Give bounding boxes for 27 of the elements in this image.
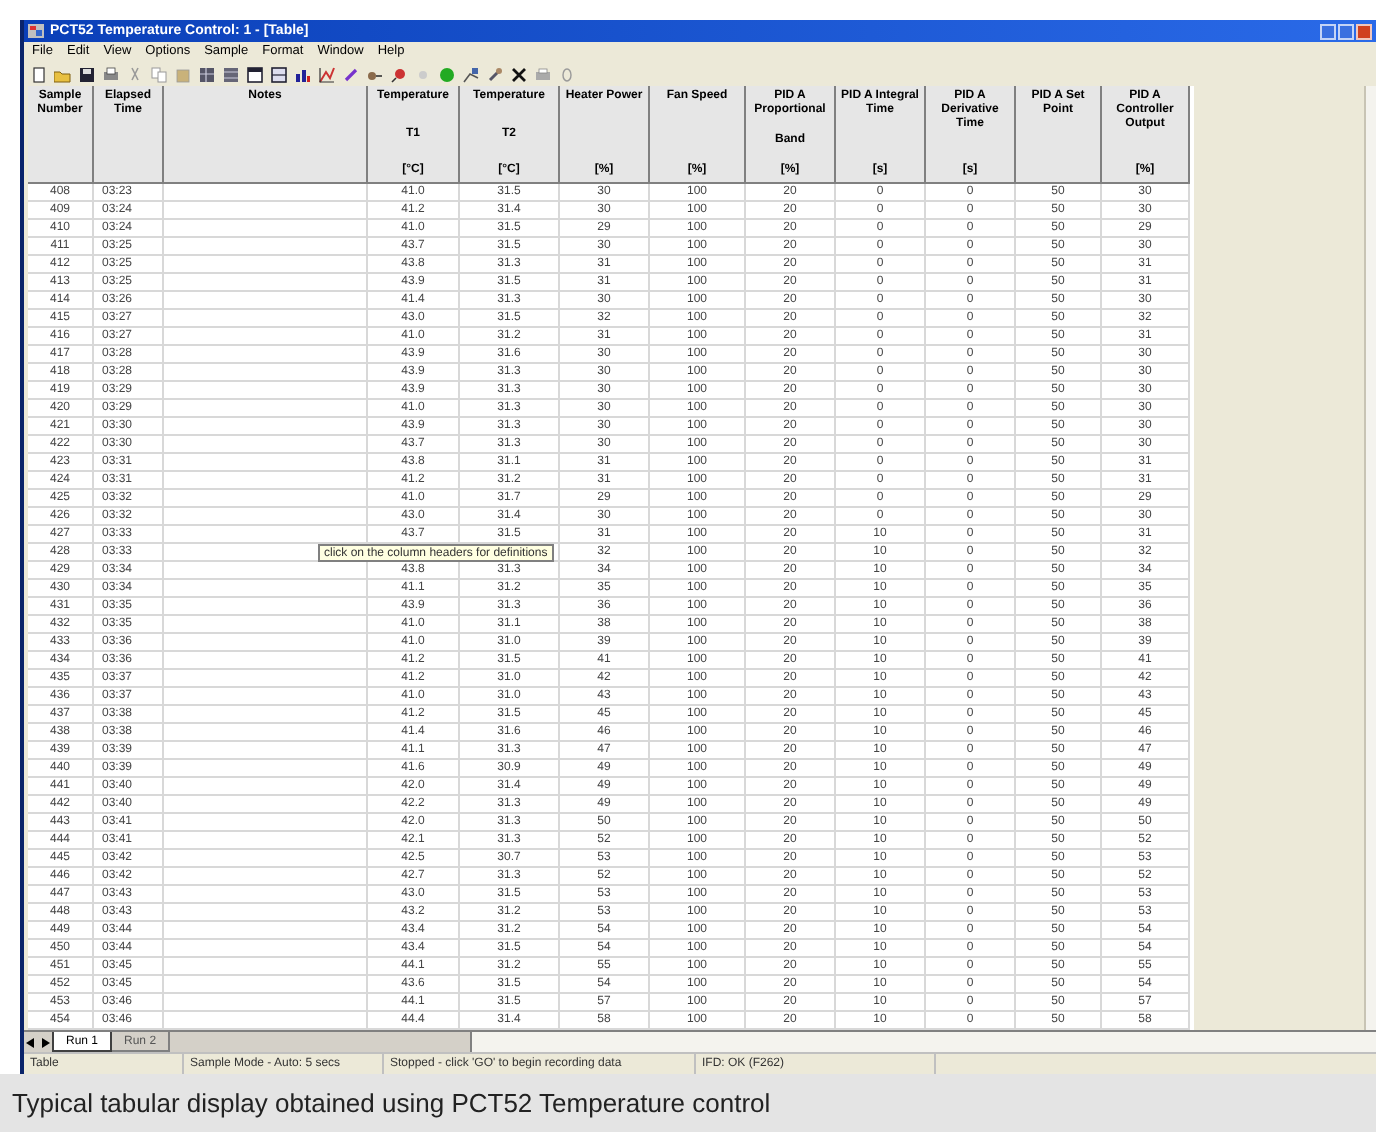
delete-icon[interactable] bbox=[510, 66, 528, 84]
table-icon[interactable] bbox=[246, 66, 264, 84]
grid-icon[interactable] bbox=[198, 66, 216, 84]
grid-icon[interactable] bbox=[222, 66, 240, 84]
app-icon bbox=[28, 24, 44, 38]
tab-scroll-left-icon[interactable] bbox=[26, 1037, 36, 1047]
chart-icon[interactable] bbox=[462, 66, 480, 84]
chart-icon[interactable] bbox=[318, 66, 336, 84]
wrench-icon[interactable] bbox=[486, 66, 504, 84]
connect-icon[interactable] bbox=[366, 66, 384, 84]
vertical-scrollbar[interactable] bbox=[1364, 86, 1376, 1030]
figure-caption: Typical tabular display obtained using PCT52 Temperature control bbox=[12, 1090, 771, 1116]
cut-icon[interactable] bbox=[126, 66, 144, 84]
bar-chart-icon[interactable] bbox=[294, 66, 312, 84]
save-icon[interactable] bbox=[78, 66, 96, 84]
printer-icon[interactable] bbox=[534, 66, 552, 84]
maximize-button[interactable] bbox=[1338, 23, 1354, 39]
pen-icon[interactable] bbox=[342, 66, 360, 84]
close-button[interactable] bbox=[1356, 23, 1372, 39]
go-icon[interactable] bbox=[438, 66, 456, 84]
pin-icon[interactable] bbox=[390, 66, 408, 84]
tab-scroll-right-icon[interactable] bbox=[40, 1037, 50, 1047]
new-file-icon[interactable] bbox=[30, 66, 48, 84]
horizontal-scrollbar[interactable] bbox=[470, 1032, 1376, 1052]
table-icon[interactable] bbox=[270, 66, 288, 84]
minimize-button[interactable] bbox=[1320, 23, 1336, 39]
print-icon[interactable] bbox=[102, 66, 120, 84]
